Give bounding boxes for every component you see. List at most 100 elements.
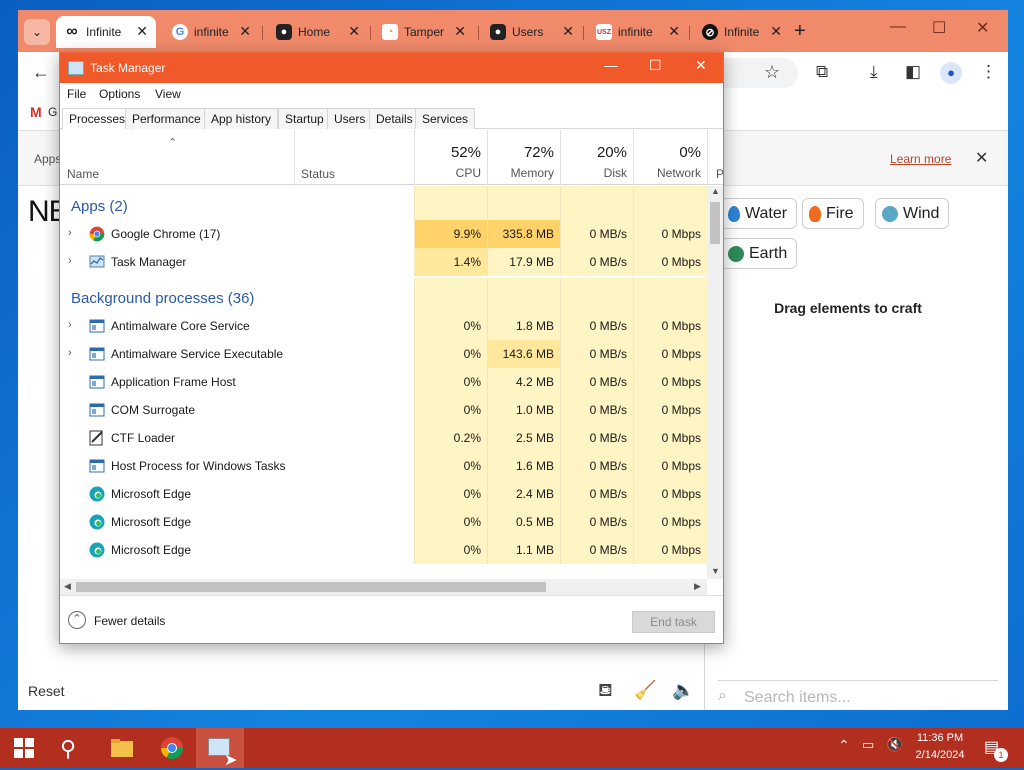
minimize-icon[interactable]: — — [890, 18, 906, 36]
vertical-scrollbar[interactable]: ▲ ▼ — [707, 186, 723, 579]
tab-startup[interactable]: Startup — [278, 108, 331, 129]
close-tab-icon[interactable]: ✕ — [136, 23, 148, 40]
bookmark-label[interactable]: G — [48, 105, 57, 119]
download-icon[interactable]: ⤓ — [870, 62, 878, 82]
table-row[interactable]: 9.9% 335.8 MB 0 MB/s 0 Mbps › Google Chrome (… — [60, 220, 707, 248]
maximize-icon[interactable]: ☐ — [932, 18, 946, 38]
maximize-icon[interactable]: ☐ — [649, 57, 662, 74]
expand-chevron-icon[interactable]: › — [68, 347, 72, 359]
close-tab-icon[interactable]: ✕ — [348, 23, 360, 40]
windows-start-icon[interactable] — [14, 738, 34, 758]
expand-chevron-icon[interactable]: › — [68, 227, 72, 239]
clock-time[interactable]: 11:36 PM — [912, 732, 968, 744]
column-power[interactable]: P — [707, 130, 724, 185]
search-icon[interactable]: ⚲ — [60, 736, 84, 761]
scroll-left-icon[interactable]: ◀ — [64, 581, 71, 592]
table-row[interactable]: 0% 1.1 MB 0 MB/s 0 Mbps Microsoft Edge — [60, 536, 707, 564]
close-tab-icon[interactable]: ✕ — [770, 23, 782, 40]
menu-bar: File Options View — [60, 83, 723, 105]
menu-options[interactable]: Options — [99, 87, 140, 101]
close-infobar-icon[interactable]: ✕ — [975, 148, 988, 168]
table-row[interactable]: 0% 143.6 MB 0 MB/s 0 Mbps › Antimalware Servi… — [60, 340, 707, 368]
learn-more-link[interactable]: Learn more — [890, 152, 951, 166]
tab-home[interactable]: ● Home ✕ — [268, 16, 368, 48]
tab-infinite-usz[interactable]: USZ infinite ✕ — [588, 16, 688, 48]
cell-cpu: 0% — [414, 480, 487, 508]
scroll-thumb-horizontal[interactable] — [76, 582, 546, 592]
tab-users[interactable]: ● Users ✕ — [482, 16, 582, 48]
extensions-icon[interactable]: ⧉ — [816, 62, 828, 82]
element-earth[interactable]: Earth — [721, 238, 798, 269]
table-row[interactable]: 0% 0.5 MB 0 MB/s 0 Mbps Microsoft Edge — [60, 508, 707, 536]
table-row[interactable]: 0% 1.0 MB 0 MB/s 0 Mbps COM Surrogate — [60, 396, 707, 424]
close-tab-icon[interactable]: ✕ — [668, 23, 680, 40]
tab-infinite[interactable]: ∞ Infinite ✕ — [56, 16, 156, 48]
star-icon[interactable]: ☆ — [764, 62, 780, 83]
chevron-up-icon[interactable]: ⌃ — [68, 611, 86, 629]
menu-kebab-icon[interactable]: ⋮ — [980, 62, 997, 82]
tab-services[interactable]: Services — [415, 108, 476, 129]
tab-app-history[interactable]: App history — [204, 108, 279, 129]
search-input[interactable]: Search items... — [744, 689, 851, 707]
menu-file[interactable]: File — [67, 87, 86, 101]
tab-infinite-google[interactable]: G infinite ✕ — [164, 16, 259, 48]
close-tab-icon[interactable]: ✕ — [562, 23, 574, 40]
sound-icon[interactable]: 🔈 — [672, 680, 694, 701]
chrome-icon[interactable] — [160, 736, 184, 760]
expand-chevron-icon[interactable]: › — [68, 319, 72, 331]
gmail-icon[interactable]: M — [30, 104, 42, 120]
tab-infinite-2[interactable]: ⊘ Infinite ✕ — [694, 16, 790, 48]
file-explorer-icon[interactable] — [110, 736, 134, 760]
element-water[interactable]: Water — [721, 198, 798, 229]
volume-muted-icon[interactable]: 🔇 — [886, 736, 903, 753]
element-wind[interactable]: Wind — [875, 198, 950, 229]
task-manager-titlebar[interactable]: Task Manager — ☐ ✕ — [60, 53, 723, 83]
column-cpu[interactable]: 52% CPU — [414, 130, 487, 185]
close-tab-icon[interactable]: ✕ — [454, 23, 466, 40]
table-row[interactable]: 0% 4.2 MB 0 MB/s 0 Mbps Application Frame Ho… — [60, 368, 707, 396]
table-row[interactable]: 1.4% 17.9 MB 0 MB/s 0 Mbps › Task Manager — [60, 248, 707, 276]
scroll-thumb[interactable] — [710, 202, 720, 244]
scroll-down-icon[interactable]: ▼ — [711, 566, 720, 576]
table-row[interactable]: 0% 1.6 MB 0 MB/s 0 Mbps Host Process for Win… — [60, 452, 707, 480]
column-network[interactable]: 0% Network — [633, 130, 707, 185]
tab-users[interactable]: Users — [327, 108, 373, 129]
network-icon[interactable]: ▭ — [862, 737, 874, 753]
fewer-details-button[interactable]: Fewer details — [94, 614, 165, 628]
new-tab-button[interactable]: + — [794, 20, 806, 43]
sort-up-icon[interactable]: ⌃ — [168, 136, 177, 149]
tab-performance[interactable]: Performance — [125, 108, 208, 129]
horizontal-scrollbar[interactable]: ◀ ▶ — [60, 579, 707, 595]
info-bar-text: Apps — [34, 152, 62, 166]
column-memory[interactable]: 72% Memory — [487, 130, 560, 185]
end-task-button[interactable]: End task — [632, 611, 715, 633]
back-arrow-icon[interactable]: ← — [32, 62, 50, 83]
column-status-header[interactable]: Status — [294, 130, 414, 185]
table-row[interactable]: 0% 1.8 MB 0 MB/s 0 Mbps › Antimalware Core Se… — [60, 312, 707, 340]
close-icon[interactable]: ✕ — [695, 57, 707, 74]
profile-avatar-icon[interactable]: ● — [940, 62, 962, 84]
reset-button[interactable]: Reset — [28, 683, 65, 699]
cell-cpu: 0% — [414, 368, 487, 396]
element-fire[interactable]: Fire — [802, 198, 864, 229]
tab-processes[interactable]: Processes — [62, 108, 133, 130]
sidepanel-icon[interactable]: ◧ — [905, 62, 921, 82]
close-icon[interactable]: ✕ — [976, 18, 989, 38]
table-row[interactable]: 0.2% 2.5 MB 0 MB/s 0 Mbps CTF Loader — [60, 424, 707, 452]
cup-icon[interactable]: ⛾ — [598, 680, 613, 704]
scroll-up-icon[interactable]: ▲ — [711, 186, 720, 196]
column-disk[interactable]: 20% Disk — [560, 130, 633, 185]
column-name[interactable]: Name — [67, 167, 99, 181]
table-row[interactable]: 0% 2.4 MB 0 MB/s 0 Mbps Microsoft Edge — [60, 480, 707, 508]
tab-search-button[interactable]: ⌄ — [24, 19, 50, 45]
tab-details[interactable]: Details — [369, 108, 420, 129]
chevron-up-icon[interactable]: ⌃ — [838, 737, 850, 754]
menu-view[interactable]: View — [155, 87, 181, 101]
scroll-right-icon[interactable]: ▶ — [694, 581, 701, 592]
minimize-icon[interactable]: — — [604, 57, 618, 73]
close-tab-icon[interactable]: ✕ — [239, 23, 251, 40]
tab-tamper[interactable]: ◔ Tamper ✕ — [374, 16, 474, 48]
broom-icon[interactable]: 🧹 — [634, 680, 656, 701]
expand-chevron-icon[interactable]: › — [68, 255, 72, 267]
clock-date[interactable]: 2/14/2024 — [912, 749, 968, 761]
